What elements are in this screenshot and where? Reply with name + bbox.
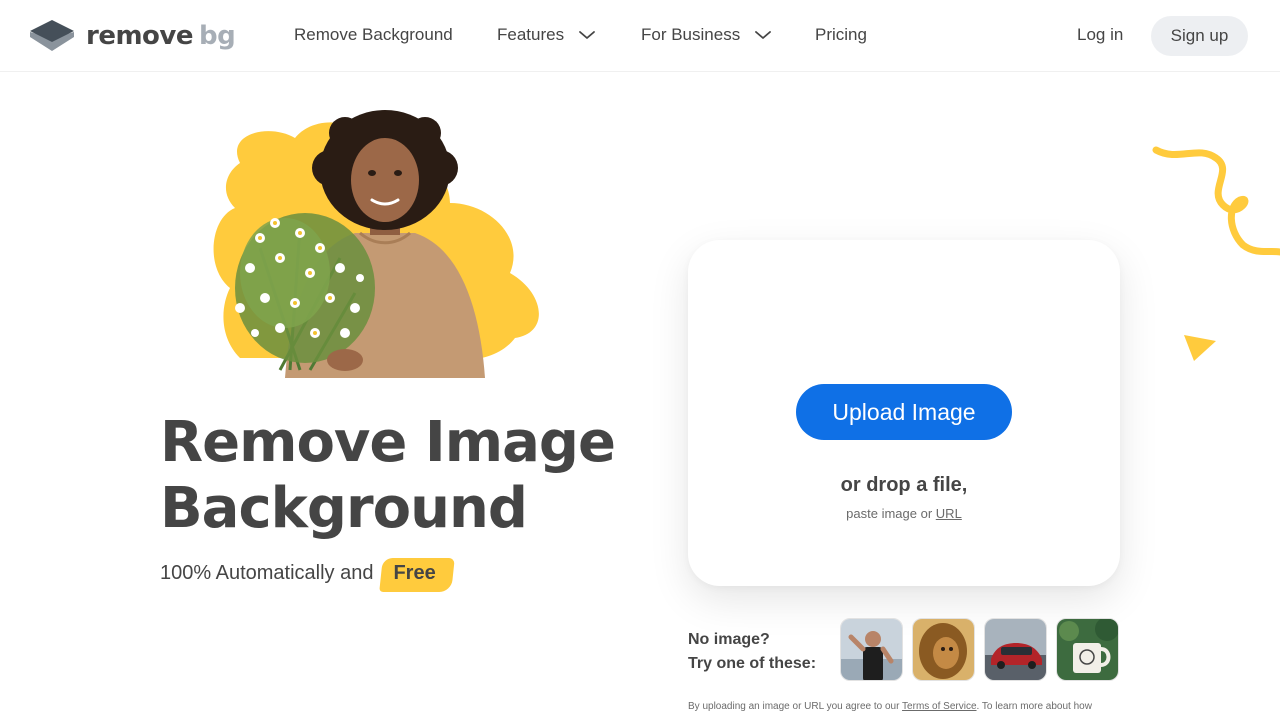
hero-subtitle: 100% Automatically and Free xyxy=(160,562,448,585)
paste-prefix: paste image or xyxy=(846,506,933,521)
nav-for-business[interactable]: For Business xyxy=(641,25,772,45)
drop-file-text: or drop a file, xyxy=(840,474,968,496)
nav-pricing[interactable]: Pricing xyxy=(815,25,867,45)
nav-features-label: Features xyxy=(497,25,565,44)
nav-features[interactable]: Features xyxy=(497,25,596,45)
paste-image-text: paste image or URL xyxy=(688,506,1120,521)
sample-thumb-mug[interactable] xyxy=(1056,618,1119,681)
terms-of-service-link[interactable]: Terms of Service xyxy=(902,701,976,712)
sample-prompt-line2: Try one of these: xyxy=(688,655,817,672)
sample-prompt: No image? Try one of these: xyxy=(688,628,816,676)
legal-notice: By uploading an image or URL you agree t… xyxy=(688,699,1128,714)
logo-layers-icon xyxy=(30,20,74,51)
sample-mug-image xyxy=(1057,619,1118,680)
free-badge: Free xyxy=(381,560,447,588)
hero-woman-with-flowers-image xyxy=(213,110,539,378)
logo[interactable]: remove bg xyxy=(30,17,236,55)
sample-lion-image xyxy=(913,619,974,680)
logo-word-main: remove xyxy=(86,21,194,51)
legal-prefix: By uploading an image or URL you agree t… xyxy=(688,701,900,712)
nav-for-business-label: For Business xyxy=(641,25,741,44)
chevron-down-icon xyxy=(579,31,595,39)
yellow-triangle-decoration xyxy=(1184,335,1216,361)
top-navbar: remove bg Remove Background Features For … xyxy=(0,0,1280,72)
hero-subtitle-text: 100% Automatically and xyxy=(160,562,374,584)
nav-remove-background[interactable]: Remove Background xyxy=(294,25,453,45)
hero-title: Remove Image Background xyxy=(160,410,616,542)
chevron-down-icon xyxy=(755,31,772,39)
yellow-squiggle-decoration xyxy=(1152,146,1280,256)
logo-word-accent: bg xyxy=(199,21,236,51)
sample-woman-image xyxy=(841,619,902,680)
url-link[interactable]: URL xyxy=(936,506,962,521)
signup-button[interactable]: Sign up xyxy=(1151,16,1248,56)
nav-pricing-label: Pricing xyxy=(815,25,867,44)
hero-title-line1: Remove Image xyxy=(160,410,616,475)
sample-prompt-line1: No image? xyxy=(688,631,770,648)
nav-remove-background-label: Remove Background xyxy=(294,25,453,44)
sample-car-image xyxy=(985,619,1046,680)
sample-thumb-woman[interactable] xyxy=(840,618,903,681)
legal-suffix: . To learn more about how xyxy=(976,701,1092,712)
hero-title-line2: Background xyxy=(160,476,528,541)
upload-image-button[interactable]: Upload Image xyxy=(796,384,1012,440)
login-link[interactable]: Log in xyxy=(1077,25,1123,45)
free-badge-wrap: Free xyxy=(373,562,447,585)
sample-thumb-lion[interactable] xyxy=(912,618,975,681)
upload-dropzone[interactable]: Upload Image or drop a file, paste image… xyxy=(688,240,1120,586)
sample-thumb-car[interactable] xyxy=(984,618,1047,681)
